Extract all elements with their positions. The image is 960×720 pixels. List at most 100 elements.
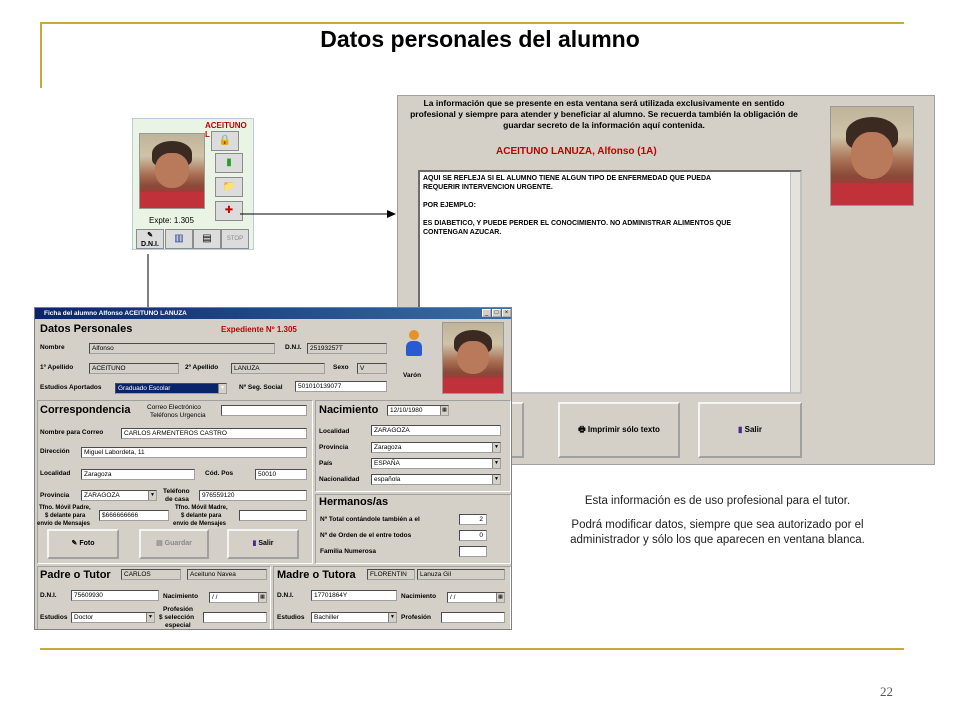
father-job-label: Profesión [163, 606, 193, 613]
estudios-select[interactable]: Graduado Escolar ▼ [115, 383, 227, 394]
father-studies-label: Estudios [40, 614, 68, 621]
email-label: Correo Electrónico [147, 404, 201, 411]
mother-birth-label: Nacimiento [401, 593, 437, 600]
photo-button[interactable]: ✎ Foto [47, 529, 119, 559]
mother-surname-field[interactable]: Lanuza Gil [417, 569, 505, 580]
door-icon: ▮ [738, 425, 743, 434]
notes-line: REQUERIR INTERVENCION URGENTE. [423, 184, 553, 191]
print-text-button[interactable]: 🖶 Imprimir sólo texto [558, 402, 680, 458]
siblings-order-label: Nº de Orden de el entre todos [320, 532, 412, 539]
postal-code-label: Cód. Pos [205, 470, 234, 477]
save-button[interactable]: ▤ Guardar [139, 529, 209, 559]
person-icon [405, 330, 423, 356]
country-value: ESPAÑA [374, 460, 400, 467]
father-name-field[interactable]: CARLOS [121, 569, 181, 580]
estudios-value: Graduado Escolar [118, 385, 171, 392]
apellido1-field[interactable]: ACEITUNO [89, 363, 179, 374]
chevron-down-icon: ▼ [492, 443, 500, 452]
birth-locality-field[interactable]: ZARAGOZA [371, 425, 501, 436]
siblings-total-field[interactable]: 2 [459, 514, 487, 525]
dni-field[interactable]: 25193257T [307, 343, 387, 354]
exit-button[interactable]: ▮ Salir [227, 529, 299, 559]
apellido2-label: 2º Apellido [185, 364, 219, 371]
father-studies-select[interactable]: Doctor ▼ [71, 612, 155, 623]
large-family-field[interactable] [459, 546, 487, 557]
address-field[interactable]: Miguel Labordeta, 11 [81, 447, 307, 458]
mother-job-field[interactable] [441, 612, 505, 623]
nombre-field[interactable]: Alfonso [89, 343, 275, 354]
estudios-label: Estudios Aportados [40, 384, 102, 391]
form-title-bar: Ficha del alumno Alfonso ACEITUNO LANUZA [35, 308, 511, 319]
close-button[interactable]: × [502, 309, 511, 317]
apellido1-label: 1º Apellido [40, 364, 74, 371]
calendar-icon[interactable]: ▦ [440, 406, 448, 415]
form-student-photo [442, 322, 504, 394]
arrowhead-notes [387, 210, 396, 218]
maximize-button[interactable]: □ [492, 309, 501, 317]
mother-birth-field[interactable]: / / ▦ [447, 592, 505, 603]
father-birth-label: Nacimiento [163, 593, 199, 600]
chevron-down-icon: ▼ [388, 613, 396, 622]
birth-heading: Nacimiento [319, 404, 379, 416]
father-mobile-label-2: $ delante para [45, 513, 86, 519]
phone-label-2: de casa [165, 496, 189, 503]
father-birth-value: / / [212, 594, 218, 601]
mother-studies-value: Bachiller [314, 614, 339, 621]
photo-button-label: Foto [79, 540, 95, 547]
mother-mobile-label-3: envío de Mensajes [173, 521, 227, 527]
father-birth-field[interactable]: / / ▦ [209, 592, 267, 603]
birth-province-select[interactable]: Zaragoza ▼ [371, 442, 501, 453]
nationality-select[interactable]: española ▼ [371, 474, 501, 485]
country-select[interactable]: ESPAÑA ▼ [371, 458, 501, 469]
sexo-label: Sexo [333, 364, 349, 371]
nss-field[interactable]: 501010139077 [295, 381, 387, 392]
notes-line: AQUI SE REFLEJA SI EL ALUMNO TIENE ALGUN… [423, 175, 712, 182]
mother-mobile-field[interactable] [239, 510, 307, 521]
mother-mobile-label: Tfno. Móvil Madre, [175, 505, 228, 511]
father-mobile-field[interactable]: $666666666 [99, 510, 169, 521]
sexo-field[interactable]: V [357, 363, 387, 374]
birth-date-value: 12/10/1980 [390, 407, 423, 414]
siblings-order-field[interactable]: 0 [459, 530, 487, 541]
father-surname-field[interactable]: Aceituno Navea [187, 569, 267, 580]
notes-exit-button[interactable]: ▮ Salir [698, 402, 802, 458]
student-form-window: Ficha del alumno Alfonso ACEITUNO LANUZA… [34, 307, 512, 630]
locality-field[interactable]: Zaragoza [81, 469, 195, 480]
mother-studies-select[interactable]: Bachiller ▼ [311, 612, 397, 623]
calendar-icon[interactable]: ▦ [496, 593, 504, 602]
minimize-button[interactable]: _ [482, 309, 491, 317]
printer-icon: 🖶 [578, 425, 586, 434]
print-text-label: Imprimir sólo texto [587, 425, 660, 434]
home-phone-field[interactable]: 976559120 [199, 490, 307, 501]
father-dni-label: D.N.I. [40, 592, 57, 599]
nationality-value: española [374, 476, 401, 483]
expediente-number: Expediente Nº 1.305 [221, 325, 297, 334]
province-label: Provincia [40, 492, 70, 499]
father-heading: Padre o Tutor [40, 569, 111, 581]
father-dni-field[interactable]: 75609930 [71, 590, 159, 601]
father-job-label-3: especial [165, 622, 191, 629]
mother-dni-field[interactable]: 17701864Y [311, 590, 397, 601]
nationality-label: Nacionalidad [319, 476, 360, 483]
mail-name-field[interactable]: CARLOS ARMENTEROS CASTRO [121, 428, 307, 439]
notes-left-button[interactable] [510, 402, 524, 458]
mail-name-label: Nombre para Correo [40, 429, 104, 436]
chevron-down-icon: ▼ [492, 459, 500, 468]
postal-code-field[interactable]: 50010 [255, 469, 307, 480]
notes-scrollbar[interactable] [790, 172, 800, 392]
father-studies-value: Doctor [74, 614, 94, 621]
locality-label: Localidad [40, 470, 71, 477]
calendar-icon[interactable]: ▦ [258, 593, 266, 602]
chevron-down-icon: ▼ [492, 475, 500, 484]
province-select[interactable]: ZARAGOZA ▼ [81, 490, 157, 501]
email-field[interactable] [221, 405, 307, 416]
gender-label: Varón [403, 372, 422, 379]
birth-date-field[interactable]: 12/10/1980 ▦ [387, 405, 449, 416]
save-icon: ▤ [156, 540, 163, 547]
large-family-label: Familia Numerosa [320, 548, 376, 555]
apellido2-field[interactable]: LANUZA [231, 363, 325, 374]
mother-name-field[interactable]: FLORENTIN [367, 569, 415, 580]
camera-icon: ✎ [71, 540, 78, 547]
phone-label: Teléfono [163, 488, 190, 495]
father-job-field[interactable] [203, 612, 267, 623]
